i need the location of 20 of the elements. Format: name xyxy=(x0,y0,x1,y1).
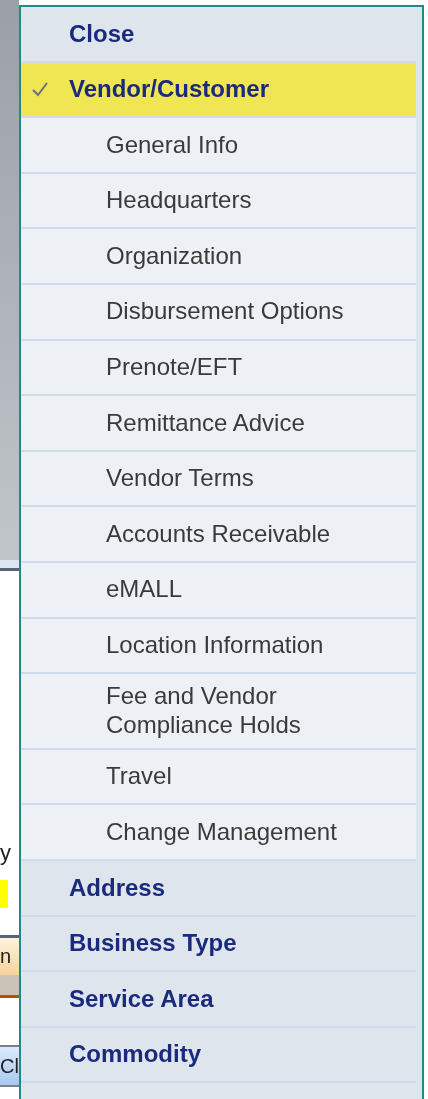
menu-item[interactable]: Headquarters xyxy=(21,173,416,230)
menu-item[interactable]: Prenote/EFT xyxy=(21,340,416,397)
table-row-band xyxy=(0,975,19,998)
menu-item[interactable]: General Info xyxy=(21,118,416,174)
menu-item[interactable]: Organization xyxy=(21,229,416,285)
menu-item[interactable]: Travel xyxy=(21,749,416,806)
menu-item[interactable]: Disbursement Options xyxy=(21,284,416,341)
menu-item[interactable]: Vendor Terms xyxy=(21,451,416,508)
menu-item[interactable]: Fee and Vendor Compliance Holds xyxy=(21,674,416,750)
table-header: n xyxy=(0,935,19,975)
menu-item[interactable]: eMALL xyxy=(21,562,416,619)
menu-item[interactable]: Vendor/Customer xyxy=(21,62,416,119)
background-text: y xyxy=(0,839,12,867)
menu-item[interactable]: Location Information xyxy=(21,618,416,675)
menu-item[interactable]: Remittance Advice xyxy=(21,396,416,452)
highlight-mark xyxy=(0,880,8,908)
menu-item[interactable]: Change Management xyxy=(21,805,416,861)
menu-item[interactable]: Accounts Receivable xyxy=(21,507,416,563)
check-icon xyxy=(31,81,49,98)
background-button[interactable]: Cl xyxy=(0,1045,19,1087)
